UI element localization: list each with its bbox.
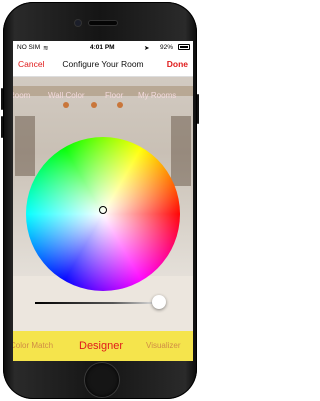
- earpiece: [89, 21, 117, 25]
- color-picker-cursor[interactable]: [99, 206, 107, 214]
- phone-frame: NO SIM ≋ 4:01 PM ➤ 92% Cancel Configure …: [1, 2, 199, 399]
- tab-floor[interactable]: Floor: [105, 91, 123, 100]
- tab-wall-color[interactable]: Wall Color: [48, 91, 85, 100]
- tab-room[interactable]: Room: [13, 91, 30, 100]
- home-button[interactable]: [85, 363, 119, 397]
- clock-label: 4:01 PM: [90, 44, 115, 51]
- done-button[interactable]: Done: [167, 59, 188, 69]
- wifi-icon: ≋: [43, 45, 49, 52]
- tab-designer[interactable]: Designer: [79, 340, 123, 352]
- tab-color-match[interactable]: Color Match: [13, 341, 53, 350]
- brightness-slider-knob[interactable]: [151, 295, 166, 309]
- battery-percent: 92%: [160, 44, 174, 51]
- battery-icon: [178, 44, 190, 50]
- volume-down-button: [1, 116, 3, 138]
- front-camera: [75, 20, 81, 26]
- brightness-slider-track[interactable]: [35, 302, 165, 304]
- status-bar: NO SIM ≋ 4:01 PM ➤ 92%: [13, 41, 193, 54]
- config-tabs: Room Wall Color Floor My Rooms: [13, 89, 193, 103]
- location-icon: ➤: [144, 45, 150, 52]
- nav-bar: Cancel Configure Your Room Done: [13, 54, 193, 77]
- tab-my-rooms[interactable]: My Rooms: [138, 91, 176, 100]
- bottom-tab-bar: Color Match Designer Visualizer: [13, 331, 193, 361]
- volume-up-button: [1, 88, 3, 110]
- power-button: [197, 94, 199, 124]
- app-screen: NO SIM ≋ 4:01 PM ➤ 92% Cancel Configure …: [13, 41, 193, 361]
- carrier-label: NO SIM: [17, 44, 41, 51]
- cabinet-left: [15, 116, 35, 176]
- tab-visualizer[interactable]: Visualizer: [146, 341, 181, 350]
- color-wheel[interactable]: [26, 137, 180, 291]
- cabinet-right: [171, 116, 191, 186]
